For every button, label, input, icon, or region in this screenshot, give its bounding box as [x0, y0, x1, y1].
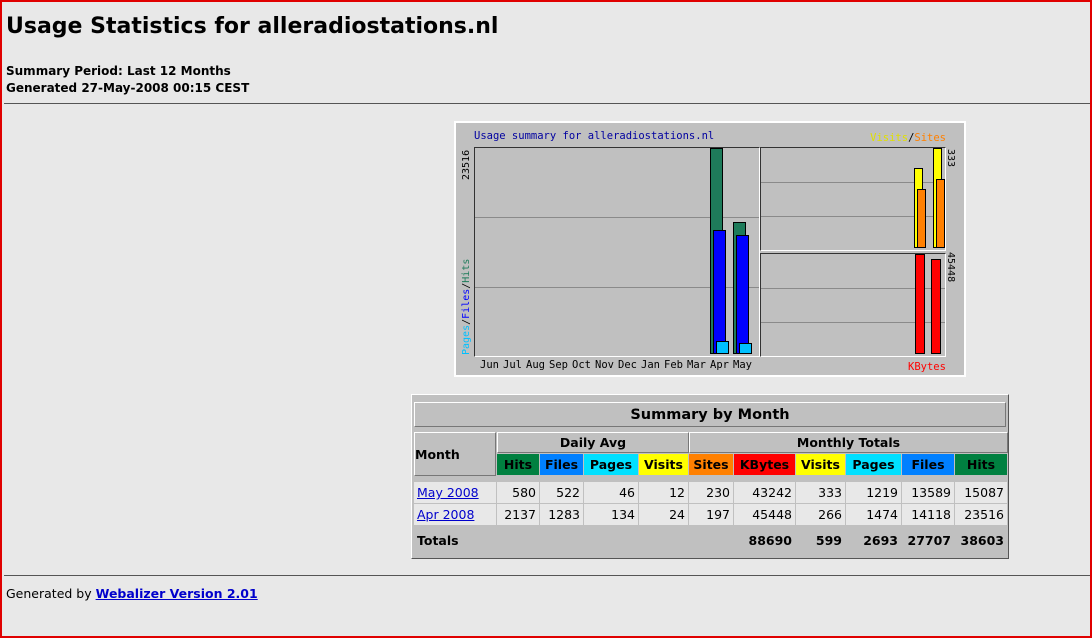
webalizer-link[interactable]: Webalizer Version 2.01: [96, 586, 258, 601]
footer-prefix: Generated by: [6, 586, 92, 601]
bar-pages-apr: [716, 341, 729, 354]
visits-axis-max: 333: [945, 149, 956, 168]
table-cell: 1474: [846, 504, 901, 525]
kbytes-label: KBytes: [908, 361, 946, 373]
axis-label-files: Files: [461, 288, 472, 319]
table-cell: 1283: [540, 504, 583, 525]
col-header-visits: Visits: [639, 454, 688, 475]
table-cell: 230: [689, 482, 733, 503]
month-label-jan: Jan: [641, 359, 660, 371]
totals-cell: 38603: [955, 530, 1007, 551]
month-header: Month: [414, 432, 496, 476]
table-cell: 15087: [955, 482, 1007, 503]
month-link[interactable]: Apr 2008: [417, 507, 474, 522]
bar-kbytes-1: [931, 259, 941, 354]
month-label-oct: Oct: [572, 359, 591, 371]
usage-summary-chart: Usage summary for alleradiostations.nl V…: [454, 121, 966, 377]
table-row-month: May 2008: [414, 482, 496, 503]
bar-pages-may: [739, 343, 752, 354]
totals-cell: 27707: [902, 530, 954, 551]
kbytes-plot: [760, 253, 946, 357]
col-header-kbytes: KBytes: [734, 454, 795, 475]
axis-sep: /: [461, 318, 472, 325]
visits-sites-plot: [760, 147, 946, 251]
bar-files-apr: [713, 230, 726, 354]
axis-sep: /: [461, 282, 472, 289]
legend-visits: Visits: [870, 132, 909, 144]
month-label-aug: Aug: [526, 359, 545, 371]
month-label-mar: Mar: [687, 359, 706, 371]
bar-sites-1: [936, 179, 945, 248]
col-header-visits: Visits: [796, 454, 845, 475]
col-header-pages: Pages: [846, 454, 901, 475]
table-cell: 43242: [734, 482, 795, 503]
table-cell: 134: [584, 504, 638, 525]
left-axis-label: Pages/Files/Hits: [461, 259, 472, 355]
left-axis-max: 23516: [461, 149, 472, 180]
col-header-files: Files: [540, 454, 583, 475]
table-cell: 197: [689, 504, 733, 525]
table-cell: 2137: [497, 504, 539, 525]
col-header-pages: Pages: [584, 454, 638, 475]
chart-frame: Usage summary for alleradiostations.nl V…: [456, 123, 964, 375]
kbytes-axis-max: 45448: [945, 252, 956, 283]
legend-sites: Sites: [914, 132, 946, 144]
generated-date: Generated 27-May-2008 00:15 CEST: [6, 81, 250, 95]
footer: Generated by Webalizer Version 2.01: [6, 586, 258, 601]
table-cell: 522: [540, 482, 583, 503]
month-label-feb: Feb: [664, 359, 683, 371]
table-cell: 12: [639, 482, 688, 503]
table-cell: 1219: [846, 482, 901, 503]
table-cell: 24: [639, 504, 688, 525]
bar-kbytes-0: [915, 254, 925, 354]
bar-sites-0: [917, 189, 926, 248]
monthly-totals-header: Monthly Totals: [689, 432, 1008, 453]
table-row-month: Apr 2008: [414, 504, 496, 525]
axis-label-hits: Hits: [461, 258, 472, 283]
col-header-sites: Sites: [689, 454, 733, 475]
col-header-files: Files: [902, 454, 954, 475]
month-label-dec: Dec: [618, 359, 637, 371]
daily-avg-header: Daily Avg: [497, 432, 689, 453]
month-label-apr: Apr: [710, 359, 729, 371]
table-cell: 266: [796, 504, 845, 525]
hits-files-pages-plot: [474, 147, 760, 357]
month-label-may: May: [733, 359, 752, 371]
table-cell: 580: [497, 482, 539, 503]
totals-cell: 88690: [734, 530, 795, 551]
table-cell: 45448: [734, 504, 795, 525]
table-title: Summary by Month: [414, 402, 1006, 427]
table-cell: 14118: [902, 504, 954, 525]
table-cell: 46: [584, 482, 638, 503]
table-cell: 333: [796, 482, 845, 503]
divider-top: [4, 103, 1090, 104]
totals-cell: 599: [796, 530, 845, 551]
totals-cell: 2693: [846, 530, 901, 551]
chart-legend-visits-sites: Visits/Sites: [870, 132, 946, 144]
month-label-nov: Nov: [595, 359, 614, 371]
table-cell: 23516: [955, 504, 1007, 525]
chart-title: Usage summary for alleradiostations.nl: [474, 130, 715, 142]
month-label-jun: Jun: [480, 359, 499, 371]
col-header-hits: Hits: [955, 454, 1007, 475]
divider-bottom: [4, 575, 1090, 576]
totals-label: Totals: [414, 530, 733, 551]
axis-label-pages: Pages: [461, 324, 472, 355]
month-link[interactable]: May 2008: [417, 485, 479, 500]
summary-by-month-table: Summary by Month Month Daily Avg Monthly To…: [411, 394, 1009, 559]
col-header-hits: Hits: [497, 454, 539, 475]
month-label-jul: Jul: [503, 359, 522, 371]
report-info: Summary Period: Last 12 Months Generated…: [6, 63, 249, 97]
summary-period: Summary Period: Last 12 Months: [6, 64, 231, 78]
table-cell: 13589: [902, 482, 954, 503]
page-title: Usage Statistics for alleradiostations.n…: [6, 14, 499, 39]
month-label-sep: Sep: [549, 359, 568, 371]
bar-files-may: [736, 235, 749, 354]
